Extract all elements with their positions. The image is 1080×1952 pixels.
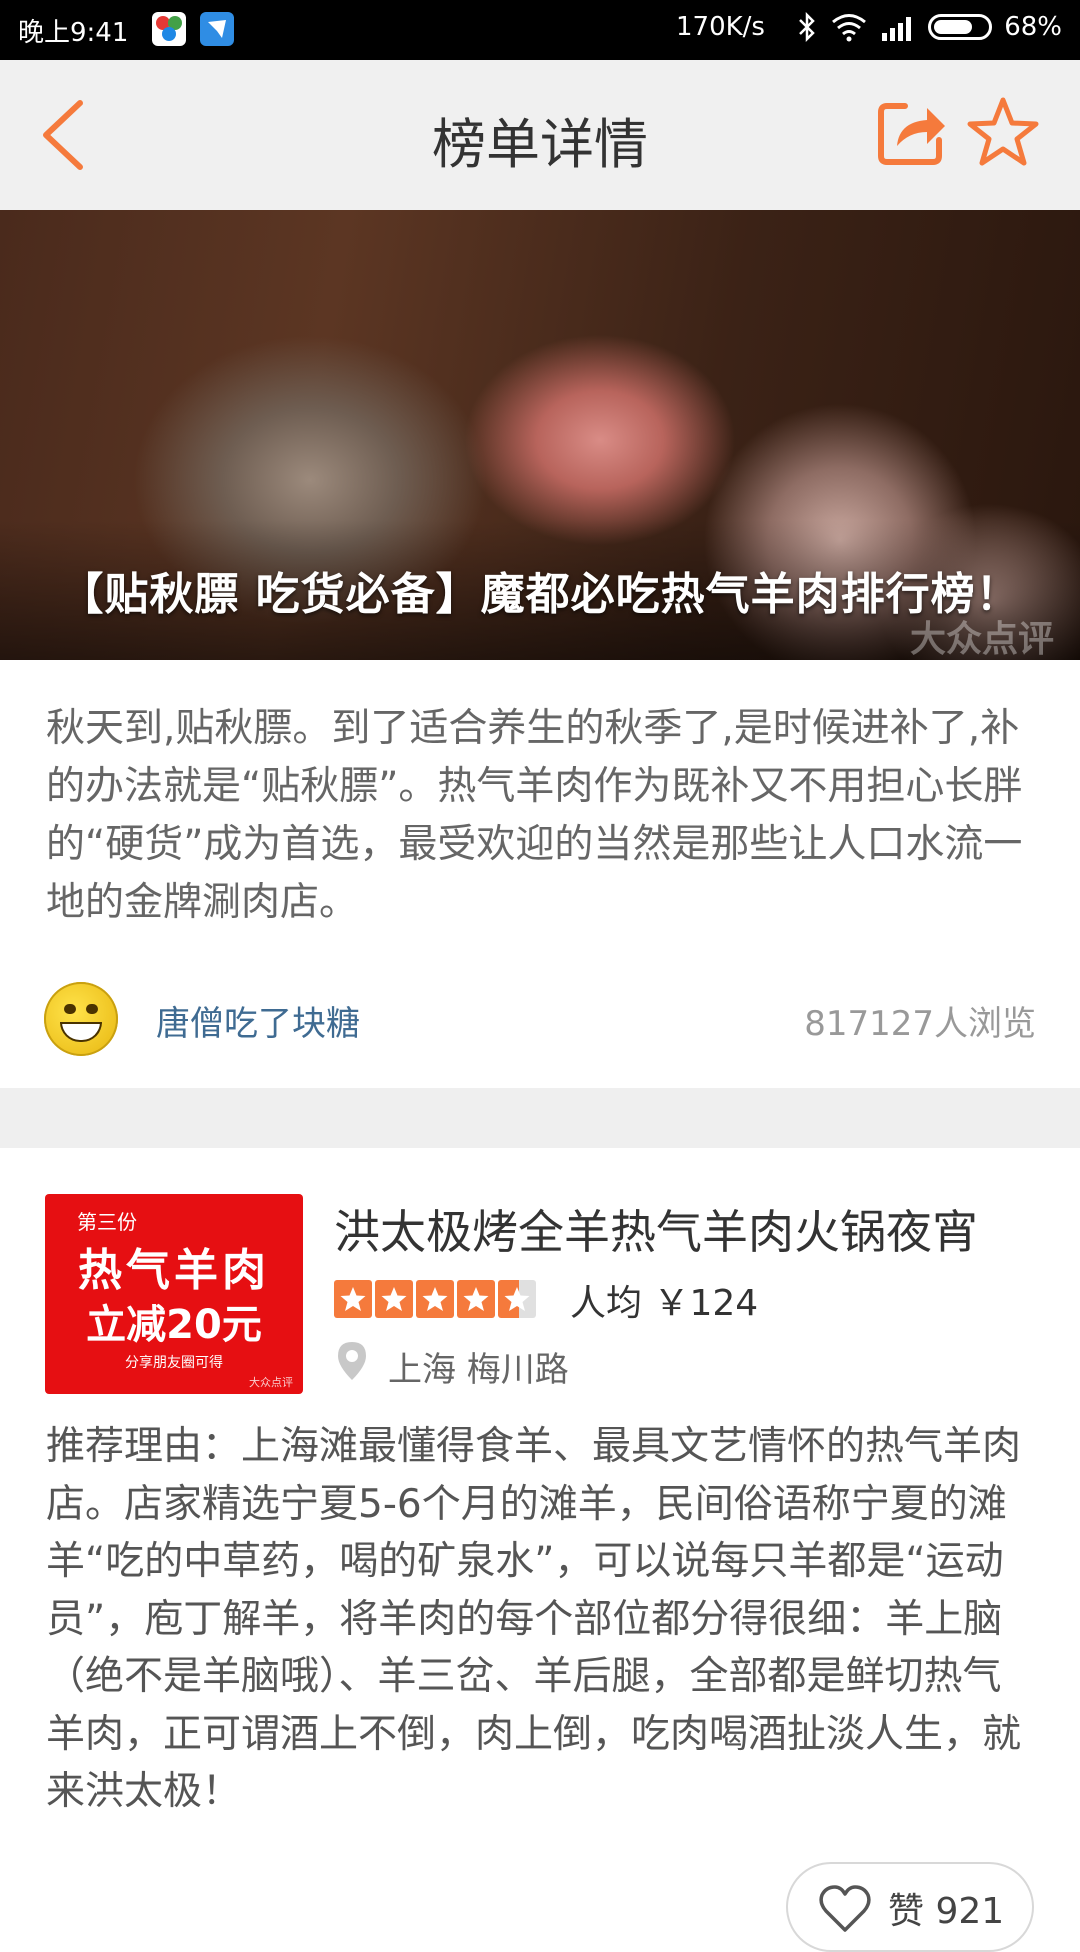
- promo-line4: 分享朋友圈可得: [125, 1355, 223, 1371]
- view-count: 817127人浏览: [804, 1004, 1036, 1044]
- hero-banner: 【贴秋膘 吃货必备】魔都必吃热气羊肉排行榜！ 大众点评: [0, 210, 1080, 660]
- status-time: 晚上9:41: [18, 18, 129, 48]
- star-icon-half: [498, 1280, 536, 1318]
- star-icon-filled: [334, 1280, 372, 1318]
- battery-icon: [928, 14, 993, 40]
- location-pin-icon: [338, 1342, 366, 1380]
- restaurant-location: 上海 梅川路: [388, 1350, 569, 1390]
- signal-icon: [882, 17, 912, 41]
- star-icon-filled: [457, 1280, 495, 1318]
- promo-line3: 立减20元: [86, 1302, 262, 1348]
- share-button[interactable]: [875, 96, 947, 168]
- status-bar: 晚上9:41 170K/s 68%: [0, 0, 1080, 60]
- author-name[interactable]: 唐僧吃了块糖: [156, 996, 360, 1045]
- like-count: 赞 921: [888, 1891, 1005, 1932]
- watermark: 大众点评: [909, 619, 1054, 660]
- heart-icon: [819, 1885, 871, 1932]
- network-speed: 170K/s: [676, 12, 765, 42]
- header-bar: 榜单详情: [0, 60, 1080, 211]
- notification-app-icon: [152, 12, 186, 46]
- like-button[interactable]: 赞 921: [786, 1862, 1034, 1952]
- rating-stars: [334, 1280, 536, 1318]
- recommendation-reason: 推荐理由：上海滩最懂得食羊、最具文艺情怀的热气羊肉店。店家精选宁夏5-6个月的滩…: [46, 1424, 1022, 1814]
- battery-percent: 68%: [1004, 12, 1062, 42]
- favorite-button[interactable]: [966, 96, 1040, 168]
- author-row: 唐僧吃了块糖 817127人浏览: [44, 982, 1036, 1058]
- promo-line2: 热气羊肉: [78, 1245, 270, 1296]
- star-icon: [967, 97, 1039, 166]
- promo-line1: 第三份: [77, 1210, 137, 1234]
- restaurant-name[interactable]: 洪太极烤全羊热气羊肉火锅夜宵: [334, 1196, 978, 1262]
- section-divider: [0, 1088, 1080, 1148]
- restaurant-promo-image[interactable]: 第三份 热气羊肉 立减20元 分享朋友圈可得 大众点评: [45, 1194, 303, 1394]
- star-icon-filled: [416, 1280, 454, 1318]
- intro-text: 秋天到,贴秋膘。到了适合养生的秋季了,是时候进补了,补的办法就是“贴秋膘”。热气…: [46, 706, 1023, 925]
- bluetooth-icon: [799, 12, 815, 42]
- share-icon: [878, 103, 945, 165]
- promo-watermark: 大众点评: [249, 1376, 293, 1389]
- avatar[interactable]: [44, 982, 118, 1056]
- average-price: 人均 ￥124: [570, 1283, 759, 1324]
- wifi-icon: [832, 14, 867, 42]
- notification-app-icon-2: [200, 12, 234, 46]
- star-icon-filled: [375, 1280, 413, 1318]
